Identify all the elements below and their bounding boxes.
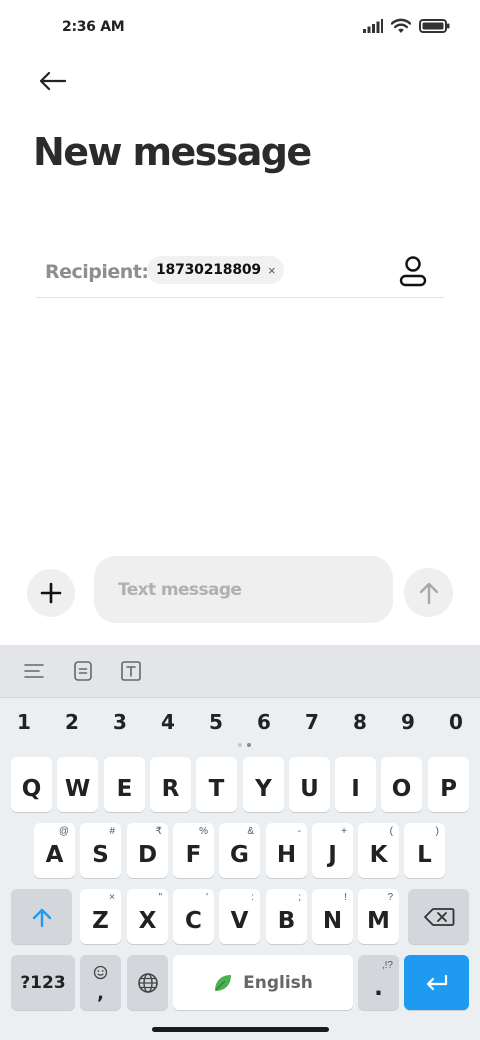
menu-lines-icon: [24, 664, 44, 678]
language-key[interactable]: [127, 955, 168, 1010]
clipboard-icon: [74, 661, 92, 681]
text-message-input[interactable]: [94, 556, 393, 623]
key-x[interactable]: " X: [127, 889, 168, 944]
status-time: 2:36 AM: [62, 19, 125, 35]
backspace-icon: [423, 907, 454, 926]
key-d[interactable]: ₹ D: [127, 823, 168, 878]
shift-key[interactable]: [11, 889, 72, 944]
recipient-chip-text: 18730218809: [156, 262, 261, 278]
period-key[interactable]: ,!? .: [358, 955, 399, 1010]
recipient-label: Recipient:: [45, 261, 149, 283]
num-key-1[interactable]: 1: [4, 707, 44, 737]
space-key[interactable]: English: [173, 955, 353, 1010]
contact-person-icon: [399, 256, 427, 287]
add-attachment-button[interactable]: [27, 569, 75, 617]
keyboard-menu-button[interactable]: [21, 658, 47, 684]
space-key-label: English: [243, 972, 313, 993]
symbols-key[interactable]: ?123: [11, 955, 75, 1010]
status-bar: 2:36 AM: [0, 0, 480, 56]
signal-icon: [363, 19, 383, 33]
status-icons: [363, 18, 450, 34]
key-f[interactable]: % F: [173, 823, 214, 878]
send-arrow-up-icon: [419, 582, 438, 604]
key-q[interactable]: Q: [11, 757, 52, 812]
key-u[interactable]: U: [289, 757, 330, 812]
composer: [0, 555, 480, 625]
number-row: 1 2 3 4 5 6 7 8 9 0: [0, 707, 480, 737]
backspace-key[interactable]: [408, 889, 469, 944]
remove-recipient-icon[interactable]: ×: [268, 263, 276, 278]
key-v[interactable]: :V: [219, 889, 260, 944]
key-o[interactable]: O: [381, 757, 422, 812]
home-indicator[interactable]: [152, 1027, 329, 1032]
num-key-2[interactable]: 2: [52, 707, 92, 737]
num-key-6[interactable]: 6: [244, 707, 284, 737]
recipient-chip[interactable]: 18730218809 ×: [147, 256, 284, 284]
keyboard-page-dots: [238, 743, 251, 747]
num-key-4[interactable]: 4: [148, 707, 188, 737]
key-b[interactable]: ; B: [266, 889, 307, 944]
num-key-5[interactable]: 5: [196, 707, 236, 737]
back-button[interactable]: [32, 62, 72, 100]
key-a[interactable]: @ A: [34, 823, 75, 878]
key-l[interactable]: ) L: [404, 823, 445, 878]
keyboard-toolbar: [0, 645, 480, 698]
num-key-0[interactable]: 0: [436, 707, 476, 737]
send-button[interactable]: [404, 568, 453, 617]
key-w[interactable]: W: [57, 757, 98, 812]
key-r[interactable]: R: [150, 757, 191, 812]
key-y[interactable]: Y: [243, 757, 284, 812]
key-e[interactable]: E: [104, 757, 145, 812]
enter-key[interactable]: [404, 955, 469, 1010]
leaf-icon: [215, 974, 232, 991]
wifi-icon: [391, 18, 411, 33]
key-c[interactable]: ' C: [173, 889, 214, 944]
key-s[interactable]: # S: [80, 823, 121, 878]
shift-arrow-icon: [32, 908, 51, 927]
emoji-smile-icon: [93, 965, 108, 980]
key-z[interactable]: × Z: [80, 889, 121, 944]
page-title: New message: [33, 130, 312, 174]
key-m[interactable]: ? M: [358, 889, 399, 944]
battery-icon: [419, 19, 450, 33]
clipboard-button[interactable]: [70, 658, 96, 684]
key-p[interactable]: P: [428, 757, 469, 812]
recipient-row: Recipient: 18730218809 ×: [36, 250, 444, 298]
contacts-button[interactable]: [398, 254, 428, 288]
key-j[interactable]: + J: [312, 823, 353, 878]
key-k[interactable]: (K: [358, 823, 399, 878]
num-key-3[interactable]: 3: [100, 707, 140, 737]
num-key-7[interactable]: 7: [292, 707, 332, 737]
emoji-comma-key[interactable]: ,: [80, 955, 121, 1010]
globe-icon: [137, 972, 158, 993]
plus-icon: [40, 582, 62, 604]
back-arrow-icon: [39, 71, 66, 91]
keyboard: 1 2 3 4 5 6 7 8 9 0 Q W E R T Y U I O P …: [0, 645, 480, 1040]
key-t[interactable]: T: [196, 757, 237, 812]
enter-return-icon: [426, 974, 447, 990]
num-key-9[interactable]: 9: [388, 707, 428, 737]
text-box-icon: [121, 661, 141, 681]
key-g[interactable]: & G: [219, 823, 260, 878]
key-i[interactable]: I: [335, 757, 376, 812]
key-h[interactable]: -H: [266, 823, 307, 878]
num-key-8[interactable]: 8: [340, 707, 380, 737]
text-format-button[interactable]: [118, 658, 144, 684]
key-n[interactable]: ! N: [312, 889, 353, 944]
